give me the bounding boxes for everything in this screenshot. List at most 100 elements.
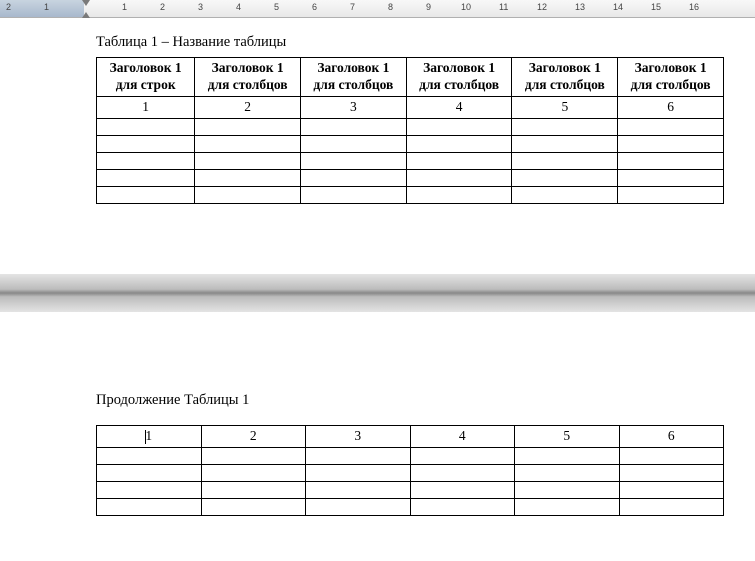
table-cell[interactable]: 1 <box>97 96 195 118</box>
table-2[interactable]: 1 2 3 4 5 6 <box>96 425 724 516</box>
table-cell[interactable] <box>618 152 724 169</box>
table-cell[interactable] <box>195 152 301 169</box>
table-cell[interactable] <box>512 169 618 186</box>
table-cell[interactable] <box>201 464 306 481</box>
table-cell[interactable] <box>619 464 724 481</box>
ruler-number: 1 <box>44 2 49 12</box>
table-cell[interactable] <box>512 186 618 203</box>
table-cell[interactable]: 6 <box>618 96 724 118</box>
table-1-caption[interactable]: Таблица 1 – Название таблицы <box>96 34 735 51</box>
table-cell[interactable] <box>410 464 515 481</box>
table-cell[interactable] <box>515 464 620 481</box>
table-header-cell[interactable]: Заголовок 1 для столбцов <box>406 58 512 97</box>
table-cell[interactable] <box>406 186 512 203</box>
table-header-cell[interactable]: Заголовок 1 для столбцов <box>512 58 618 97</box>
left-indent-marker[interactable] <box>82 12 90 18</box>
table-header-row[interactable]: Заголовок 1 для строк Заголовок 1 для ст… <box>97 58 724 97</box>
table-cell[interactable] <box>195 169 301 186</box>
table-header-cell[interactable]: Заголовок 1 для столбцов <box>301 58 407 97</box>
table-cell[interactable] <box>97 135 195 152</box>
table-cell[interactable] <box>515 481 620 498</box>
table-row[interactable] <box>97 464 724 481</box>
table-cell[interactable] <box>97 498 202 515</box>
table-cell[interactable] <box>97 118 195 135</box>
ruler-number: 5 <box>274 2 279 12</box>
table-cell[interactable] <box>515 498 620 515</box>
table-cell[interactable] <box>301 118 407 135</box>
table-cell[interactable] <box>301 135 407 152</box>
table-cell[interactable]: 2 <box>201 425 306 447</box>
table-cell[interactable] <box>306 498 411 515</box>
ruler-number: 1 <box>122 2 127 12</box>
table-2-caption[interactable]: Продолжение Таблицы 1 <box>96 392 735 409</box>
table-row[interactable] <box>97 152 724 169</box>
table-cell[interactable] <box>195 186 301 203</box>
table-number-row[interactable]: 1 2 3 4 5 6 <box>97 425 724 447</box>
table-cell[interactable]: 4 <box>406 96 512 118</box>
table-cell[interactable] <box>201 447 306 464</box>
table-cell[interactable] <box>195 118 301 135</box>
first-line-indent-marker[interactable] <box>82 0 90 6</box>
table-row[interactable] <box>97 447 724 464</box>
table-cell[interactable] <box>618 135 724 152</box>
table-cell[interactable] <box>301 169 407 186</box>
table-cell[interactable]: 5 <box>512 96 618 118</box>
table-cell[interactable] <box>97 186 195 203</box>
table-row[interactable] <box>97 498 724 515</box>
table-cell[interactable] <box>406 169 512 186</box>
table-cell[interactable] <box>512 152 618 169</box>
table-cell[interactable] <box>619 498 724 515</box>
table-cell[interactable] <box>619 481 724 498</box>
table-header-cell[interactable]: Заголовок 1 для столбцов <box>618 58 724 97</box>
table-cell[interactable] <box>619 447 724 464</box>
table-row[interactable] <box>97 186 724 203</box>
table-1[interactable]: Заголовок 1 для строк Заголовок 1 для ст… <box>96 57 724 204</box>
ruler-number: 7 <box>350 2 355 12</box>
table-number-row[interactable]: 1 2 3 4 5 6 <box>97 96 724 118</box>
table-cell[interactable] <box>410 447 515 464</box>
table-cell[interactable] <box>97 169 195 186</box>
page-break-separator <box>0 274 755 312</box>
table-row[interactable] <box>97 481 724 498</box>
table-cell[interactable] <box>410 481 515 498</box>
horizontal-ruler[interactable]: 2 1 1 2 3 4 5 6 7 8 9 10 11 12 13 14 15 … <box>0 0 755 18</box>
table-cell[interactable] <box>406 118 512 135</box>
table-cell[interactable]: 5 <box>515 425 620 447</box>
table-row[interactable] <box>97 169 724 186</box>
table-cell[interactable] <box>201 481 306 498</box>
document-page-1[interactable]: Таблица 1 – Название таблицы Заголовок 1… <box>0 18 755 204</box>
table-cell[interactable] <box>406 135 512 152</box>
ruler-number: 8 <box>388 2 393 12</box>
table-cell[interactable]: 3 <box>306 425 411 447</box>
table-cell[interactable] <box>195 135 301 152</box>
table-cell[interactable] <box>97 152 195 169</box>
table-cell[interactable] <box>618 186 724 203</box>
table-header-cell[interactable]: Заголовок 1 для столбцов <box>195 58 301 97</box>
table-cell[interactable] <box>97 447 202 464</box>
table-cell[interactable] <box>301 152 407 169</box>
table-cell[interactable] <box>406 152 512 169</box>
table-cell[interactable]: 3 <box>301 96 407 118</box>
table-cell[interactable] <box>512 118 618 135</box>
table-cell[interactable] <box>618 118 724 135</box>
table-cell[interactable] <box>515 447 620 464</box>
ruler-left-margin[interactable] <box>0 0 84 17</box>
table-row[interactable] <box>97 118 724 135</box>
table-cell[interactable] <box>306 464 411 481</box>
table-cell[interactable] <box>97 464 202 481</box>
table-cell[interactable] <box>97 481 202 498</box>
table-cell[interactable] <box>618 169 724 186</box>
table-cell[interactable]: 1 <box>97 425 202 447</box>
table-cell[interactable] <box>301 186 407 203</box>
table-cell[interactable] <box>306 481 411 498</box>
table-cell[interactable] <box>201 498 306 515</box>
table-cell[interactable]: 2 <box>195 96 301 118</box>
table-cell[interactable] <box>306 447 411 464</box>
table-cell[interactable]: 4 <box>410 425 515 447</box>
table-header-cell[interactable]: Заголовок 1 для строк <box>97 58 195 97</box>
table-row[interactable] <box>97 135 724 152</box>
table-cell[interactable] <box>512 135 618 152</box>
document-page-2[interactable]: Продолжение Таблицы 1 1 2 3 4 5 6 <box>0 312 755 516</box>
table-cell[interactable] <box>410 498 515 515</box>
table-cell[interactable]: 6 <box>619 425 724 447</box>
